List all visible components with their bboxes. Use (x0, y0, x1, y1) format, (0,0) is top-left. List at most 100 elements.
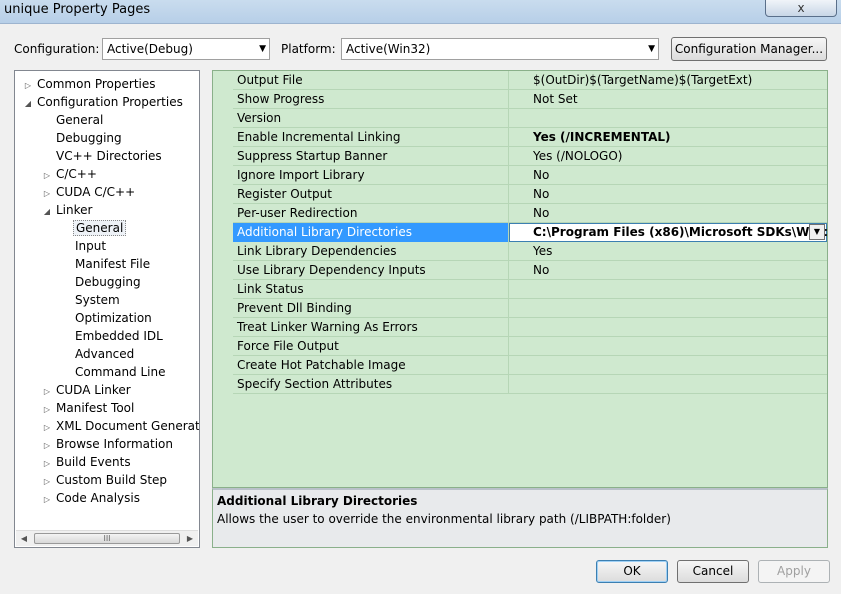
expand-arrow-icon[interactable]: ▷ (40, 185, 54, 203)
column-divider[interactable] (508, 204, 509, 223)
tree-item[interactable]: ▷ Browse Information (40, 435, 175, 453)
property-name: Output File (237, 73, 303, 87)
tree-item-label: CUDA C/C++ (56, 185, 136, 199)
column-divider[interactable] (508, 261, 509, 280)
property-row[interactable]: Ignore Import Library No (233, 166, 827, 185)
property-value: No (533, 168, 550, 182)
tree-item-label: Configuration Properties (37, 95, 183, 109)
column-divider[interactable] (508, 242, 509, 261)
dropdown-arrow-icon[interactable]: ▼ (809, 224, 825, 240)
cancel-button[interactable]: Cancel (677, 560, 749, 583)
column-divider[interactable] (508, 109, 509, 128)
property-row[interactable]: Link Library Dependencies Yes (233, 242, 827, 261)
property-grid[interactable]: Output File $(OutDir)$(TargetName)$(Targe… (212, 70, 828, 488)
tree-item[interactable]: Command Line (59, 363, 168, 381)
tree-item[interactable]: System (59, 291, 122, 309)
tree-item-label: Debugging (75, 275, 141, 289)
column-divider[interactable] (508, 147, 509, 166)
tree-item[interactable]: ▷ Common Properties (21, 75, 158, 93)
expand-arrow-icon[interactable]: ▷ (21, 77, 35, 95)
column-divider[interactable] (508, 356, 509, 375)
tree-item[interactable]: Advanced (59, 345, 136, 363)
tree-horizontal-scrollbar[interactable]: ◀ III ▶ (16, 530, 198, 546)
ok-button[interactable]: OK (596, 560, 668, 583)
collapse-arrow-icon[interactable]: ◢ (40, 203, 54, 221)
platform-select[interactable]: Active(Win32) ▼ (341, 38, 659, 60)
expand-arrow-icon[interactable]: ▷ (40, 419, 54, 437)
collapse-arrow-icon[interactable]: ◢ (21, 95, 35, 113)
expand-arrow-icon[interactable]: ▷ (40, 455, 54, 473)
configuration-manager-button[interactable]: Configuration Manager... (671, 37, 827, 61)
property-row[interactable]: Specify Section Attributes (233, 375, 827, 394)
tree-item-label: Custom Build Step (56, 473, 168, 487)
scroll-left-icon[interactable]: ◀ (16, 531, 32, 546)
property-row[interactable]: Enable Incremental Linking Yes (/INCREMEN… (233, 128, 827, 147)
tree-item[interactable]: ▷ Code Analysis (40, 489, 142, 507)
grid-gutter (213, 71, 233, 487)
configuration-select[interactable]: Active(Debug) ▼ (102, 38, 270, 60)
tree-item[interactable]: Input (59, 237, 108, 255)
tree-item-label: CUDA Linker (56, 383, 131, 397)
tree-item[interactable]: Debugging (59, 273, 143, 291)
property-row[interactable]: Create Hot Patchable Image (233, 356, 827, 375)
tree-item[interactable]: Manifest File (59, 255, 152, 273)
expand-arrow-icon[interactable]: ▷ (40, 437, 54, 455)
property-name: Prevent Dll Binding (237, 301, 352, 315)
tree-item-label: Advanced (75, 347, 135, 361)
column-divider[interactable] (508, 185, 509, 204)
column-divider[interactable] (508, 128, 509, 147)
expand-arrow-icon[interactable]: ▷ (40, 473, 54, 491)
tree-item[interactable]: ▷ XML Document Generator (40, 417, 199, 437)
column-divider[interactable] (508, 299, 509, 318)
expand-arrow-icon[interactable]: ▷ (40, 383, 54, 401)
property-row[interactable]: Prevent Dll Binding (233, 299, 827, 318)
property-row[interactable]: Version (233, 109, 827, 128)
tree-item[interactable]: ▷ CUDA C/C++ (40, 183, 137, 201)
scroll-right-icon[interactable]: ▶ (182, 531, 198, 546)
column-divider[interactable] (508, 280, 509, 299)
tree-item[interactable]: General (40, 111, 105, 129)
tree-item-label: Input (75, 239, 107, 253)
property-name: Treat Linker Warning As Errors (237, 320, 418, 334)
property-row[interactable]: Register Output No (233, 185, 827, 204)
tree-item[interactable]: Optimization (59, 309, 154, 327)
tree-item[interactable]: Embedded IDL (59, 327, 165, 345)
tree-item[interactable]: General (59, 219, 127, 237)
column-divider[interactable] (508, 318, 509, 337)
column-divider[interactable] (508, 166, 509, 185)
property-row[interactable]: Force File Output (233, 337, 827, 356)
scrollbar-thumb[interactable]: III (34, 533, 180, 544)
column-divider[interactable] (508, 90, 509, 109)
column-divider[interactable] (508, 337, 509, 356)
property-row[interactable]: Link Status (233, 280, 827, 299)
tree-item[interactable]: ▷ Manifest Tool (40, 399, 136, 417)
property-row[interactable]: Additional Library Directories C:\Program… (233, 223, 827, 242)
property-row[interactable]: Per-user Redirection No (233, 204, 827, 223)
property-row[interactable]: Output File $(OutDir)$(TargetName)$(Targe… (233, 71, 827, 90)
tree-item[interactable]: ▷ Custom Build Step (40, 471, 169, 489)
tree-item[interactable]: Debugging (40, 129, 124, 147)
tree-item[interactable]: VC++ Directories (40, 147, 164, 165)
property-row[interactable]: Treat Linker Warning As Errors (233, 318, 827, 337)
category-tree[interactable]: ▷ Code Analysis ▷ Custom Build Step ▷ Build E… (14, 70, 200, 548)
property-row[interactable]: Suppress Startup Banner Yes (/NOLOGO) (233, 147, 827, 166)
description-panel: Additional Library Directories Allows th… (212, 488, 828, 548)
tree-item[interactable]: ▷ CUDA Linker (40, 381, 133, 399)
property-value: C:\Program Files (x86)\Microsoft SDKs\Wi… (533, 225, 827, 239)
column-divider[interactable] (508, 71, 509, 90)
apply-button[interactable]: Apply (758, 560, 830, 583)
expand-arrow-icon[interactable]: ▷ (40, 401, 54, 419)
expand-arrow-icon[interactable]: ▷ (40, 167, 54, 185)
tree-item[interactable]: ◢ Configuration Properties (21, 93, 185, 111)
tree-item-label: Command Line (75, 365, 166, 379)
property-row[interactable]: Use Library Dependency Inputs No (233, 261, 827, 280)
tree-item[interactable]: ▷ Build Events (40, 453, 133, 471)
property-row[interactable]: Show Progress Not Set (233, 90, 827, 109)
expand-arrow-icon[interactable]: ▷ (40, 491, 54, 509)
property-name: Version (237, 111, 282, 125)
column-divider[interactable] (508, 223, 509, 242)
tree-item[interactable]: ◢ Linker (40, 201, 94, 219)
tree-item[interactable]: ▷ C/C++ (40, 165, 99, 183)
close-button[interactable]: x (765, 0, 837, 17)
column-divider[interactable] (508, 375, 509, 394)
